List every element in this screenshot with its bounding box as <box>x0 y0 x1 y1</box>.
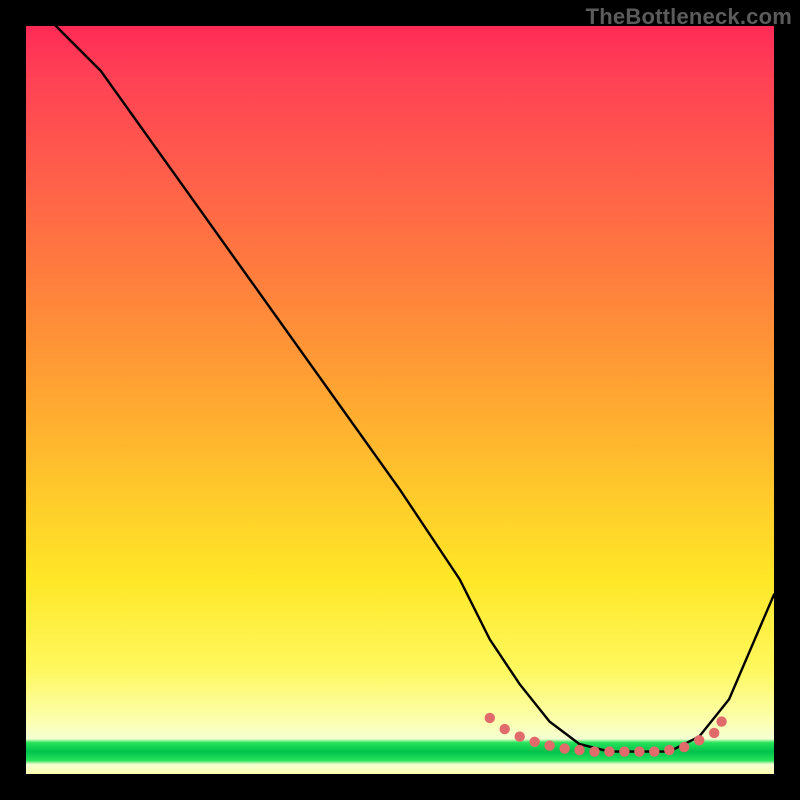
bottleneck-curve <box>56 26 774 752</box>
solution-dot <box>589 746 599 756</box>
solution-dot <box>529 737 539 747</box>
curve-layer <box>26 26 774 774</box>
solution-dot <box>694 735 704 745</box>
solution-dot <box>619 746 629 756</box>
solution-dot <box>485 713 495 723</box>
chart-frame: TheBottleneck.com <box>0 0 800 800</box>
solution-dot <box>544 740 554 750</box>
solution-dot <box>604 746 614 756</box>
solution-dot <box>559 743 569 753</box>
solution-dot <box>515 731 525 741</box>
solution-dot <box>716 716 726 726</box>
solution-dot <box>634 746 644 756</box>
solution-dot <box>709 728 719 738</box>
solution-dot <box>649 746 659 756</box>
solution-dot <box>664 745 674 755</box>
solution-dot <box>500 724 510 734</box>
plot-area <box>26 26 774 774</box>
solution-dot <box>574 745 584 755</box>
solution-dot <box>679 742 689 752</box>
bottom-solution-band <box>485 713 727 757</box>
watermark-text: TheBottleneck.com <box>586 4 792 30</box>
